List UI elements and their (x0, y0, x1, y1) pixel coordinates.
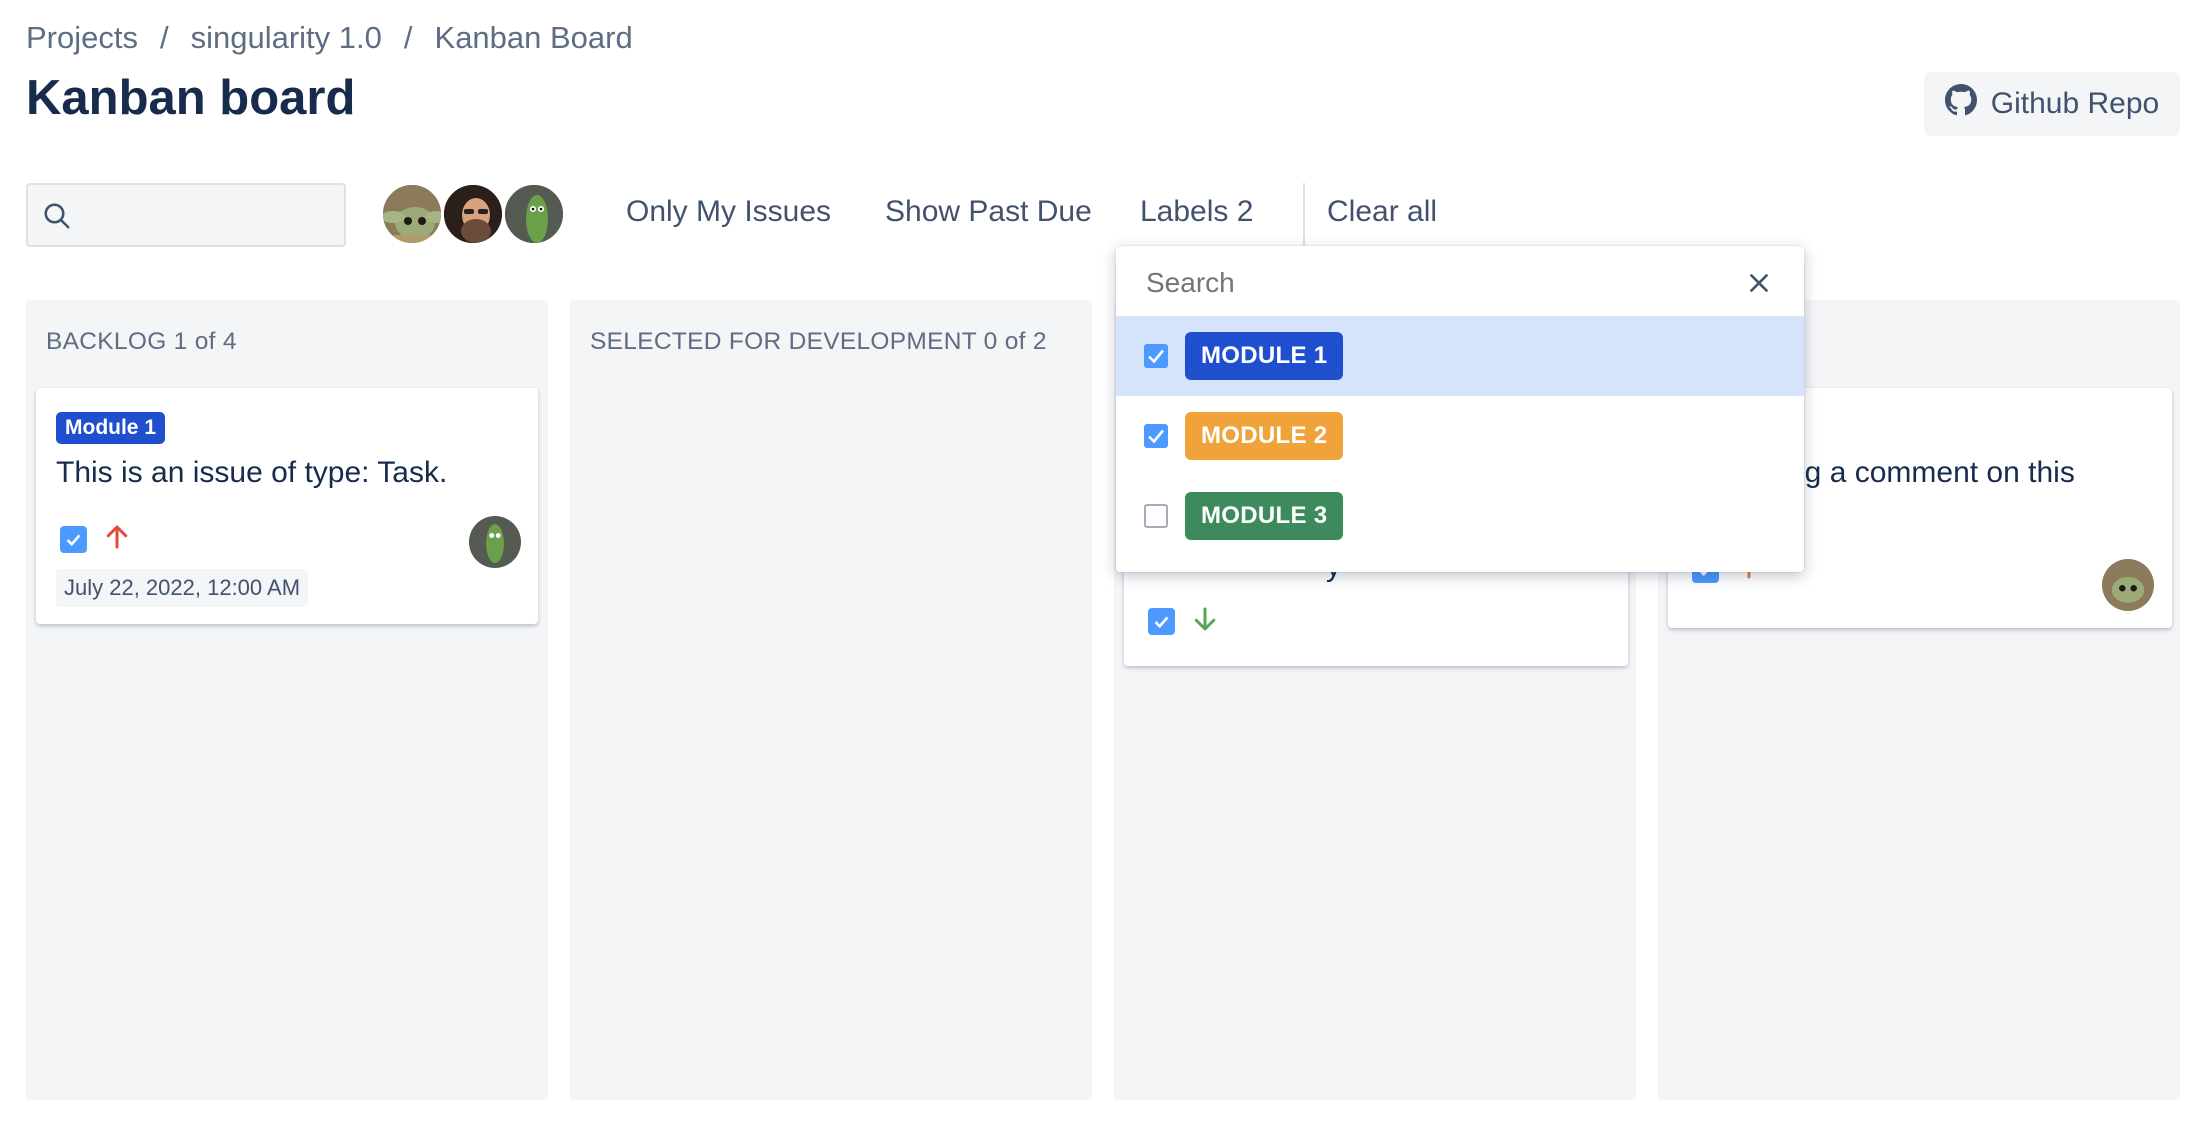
page-title: Kanban board (26, 71, 356, 125)
label-pill: MODULE 1 (1185, 332, 1344, 380)
arrow-down-icon (1190, 604, 1220, 639)
labels-filter-button[interactable]: Labels 2 (1140, 195, 1253, 229)
arrow-up-icon (102, 522, 132, 557)
clear-all-button[interactable]: Clear all (1327, 195, 1437, 229)
breadcrumb-current: Kanban Board (434, 20, 633, 55)
assignee-avatar[interactable] (2102, 559, 2154, 611)
column-backlog: BACKLOG 1 of 4 Module 1 This is an issue… (26, 300, 548, 1100)
label-search-input[interactable] (1144, 266, 1708, 300)
bearded-man-avatar[interactable] (441, 182, 505, 246)
task-type-icon (60, 526, 87, 553)
issue-title: ng a comment on this (1788, 456, 2075, 489)
breadcrumb-projects[interactable]: Projects (26, 20, 138, 55)
breadcrumb-separator: / (159, 20, 169, 55)
github-icon (1944, 84, 1977, 124)
due-date-badge: July 22, 2022, 12:00 AM (56, 569, 309, 607)
issue-card[interactable]: Module 1 This is an issue of type: Task.… (36, 388, 538, 624)
search-input[interactable] (88, 191, 332, 241)
label-pill: MODULE 2 (1185, 412, 1344, 460)
column-title: BACKLOG 1 of 4 (46, 328, 237, 355)
label-option-module-3[interactable]: MODULE 3 (1116, 476, 1804, 556)
label-option-module-2[interactable]: MODULE 2 (1116, 396, 1804, 476)
labels-dropdown: MODULE 1 MODULE 2 MODULE 3 (1116, 246, 1804, 572)
assignee-avatar[interactable] (469, 516, 521, 568)
breadcrumb-separator: / (403, 20, 413, 55)
only-my-issues-button[interactable]: Only My Issues (626, 195, 831, 229)
github-repo-label: Github Repo (1990, 87, 2160, 120)
pickle-avatar[interactable] (502, 182, 566, 246)
filter-divider (1303, 183, 1305, 247)
label-option-module-1[interactable]: MODULE 1 (1116, 316, 1804, 396)
checkbox-unchecked-icon[interactable] (1144, 504, 1168, 528)
close-icon[interactable] (1746, 270, 1772, 301)
breadcrumb-project[interactable]: singularity 1.0 (191, 20, 382, 55)
breadcrumb: Projects / singularity 1.0 / Kanban Board (26, 20, 633, 56)
column-selected-for-development: SELECTED FOR DEVELOPMENT 0 of 2 (570, 300, 1092, 1100)
issue-label-badge: Module 1 (56, 412, 166, 444)
issue-title: This is an issue of type: Task. (56, 456, 448, 489)
issue-search[interactable] (26, 183, 346, 247)
baby-yoda-avatar[interactable] (380, 182, 444, 246)
label-pill: MODULE 3 (1185, 492, 1344, 540)
checkbox-checked-icon[interactable] (1144, 424, 1168, 448)
github-repo-button[interactable]: Github Repo (1924, 72, 2180, 136)
show-past-due-button[interactable]: Show Past Due (885, 195, 1092, 229)
task-type-icon (1148, 608, 1175, 635)
column-title: SELECTED FOR DEVELOPMENT 0 of 2 (590, 328, 1047, 355)
checkbox-checked-icon[interactable] (1144, 344, 1168, 368)
search-icon (42, 201, 72, 236)
